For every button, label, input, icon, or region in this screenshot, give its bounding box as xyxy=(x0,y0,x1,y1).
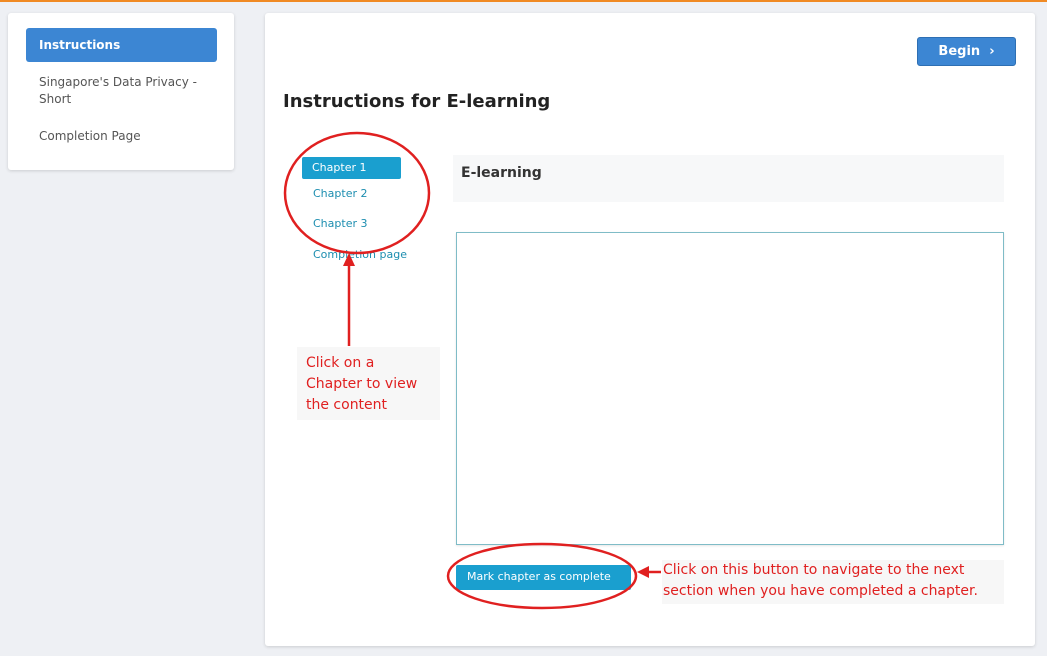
sidebar-nav: Instructions Singapore's Data Privacy - … xyxy=(8,13,234,170)
chevron-right-icon: › xyxy=(984,44,995,59)
chapter-link-3[interactable]: Chapter 3 xyxy=(313,217,367,230)
begin-label: Begin xyxy=(938,44,981,59)
begin-button[interactable]: Begin › xyxy=(917,37,1016,66)
sidebar-item-completion[interactable]: Completion Page xyxy=(26,128,229,145)
content-header: E-learning xyxy=(453,155,1004,202)
top-accent-line xyxy=(0,0,1047,2)
button-annotation: Click on this button to navigate to the … xyxy=(662,560,1004,604)
chapter-link-1[interactable]: Chapter 1 xyxy=(302,157,401,179)
chapter-link-2[interactable]: Chapter 2 xyxy=(313,187,367,200)
content-frame[interactable] xyxy=(456,232,1004,545)
sidebar-item-data-privacy[interactable]: Singapore's Data Privacy - Short xyxy=(26,74,199,108)
sidebar-item-instructions[interactable]: Instructions xyxy=(26,28,217,62)
mark-complete-button[interactable]: Mark chapter as complete xyxy=(456,565,631,590)
chapter-annotation: Click on a Chapter to view the content xyxy=(297,347,440,420)
page-title: Instructions for E-learning xyxy=(283,91,551,112)
main-panel: Begin › Instructions for E-learning Chap… xyxy=(265,13,1035,646)
chapter-link-completion[interactable]: Completion page xyxy=(313,248,407,261)
